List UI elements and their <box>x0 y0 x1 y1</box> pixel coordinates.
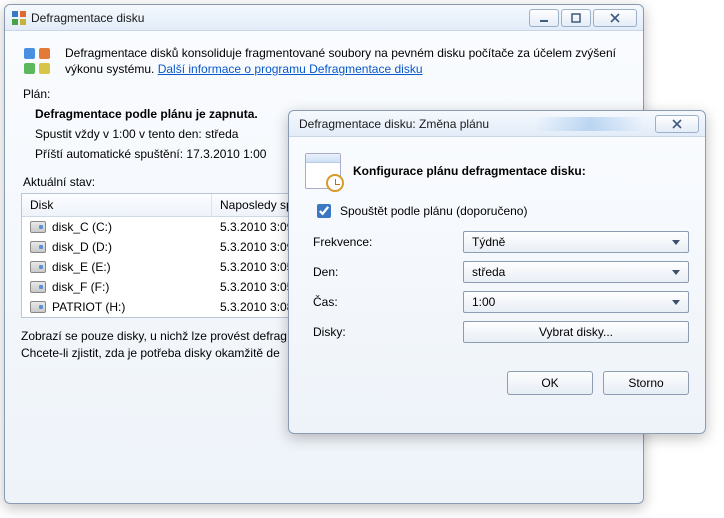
ok-button[interactable]: OK <box>507 371 593 395</box>
main-title: Defragmentace disku <box>27 11 527 25</box>
close-button[interactable] <box>593 9 637 27</box>
drive-icon <box>30 261 46 273</box>
run-on-schedule-checkbox[interactable] <box>317 204 331 218</box>
main-titlebar[interactable]: Defragmentace disku <box>5 5 643 31</box>
maximize-button[interactable] <box>561 9 591 27</box>
minimize-button[interactable] <box>529 9 559 27</box>
aero-reflection <box>535 117 645 131</box>
dialog-close-button[interactable] <box>655 115 699 133</box>
col-disk-header[interactable]: Disk <box>22 194 212 216</box>
run-on-schedule-label: Spouštět podle plánu (doporučeno) <box>340 204 527 218</box>
chevron-down-icon <box>672 300 680 305</box>
drive-icon <box>30 301 46 313</box>
day-label: Den: <box>313 265 463 279</box>
drive-icon <box>30 241 46 253</box>
frequency-select[interactable]: Týdně <box>463 231 689 253</box>
dialog-heading: Konfigurace plánu defragmentace disku: <box>353 164 586 178</box>
chevron-down-icon <box>672 270 680 275</box>
defrag-app-icon <box>11 10 27 26</box>
intro-text: Defragmentace disků konsoliduje fragment… <box>65 45 627 77</box>
dialog-titlebar[interactable]: Defragmentace disku: Změna plánu <box>289 111 705 137</box>
cancel-button[interactable]: Storno <box>603 371 689 395</box>
defrag-large-icon <box>21 45 53 77</box>
drive-icon <box>30 281 46 293</box>
time-select[interactable]: 1:00 <box>463 291 689 313</box>
plan-label: Plán: <box>23 87 627 101</box>
time-label: Čas: <box>313 295 463 309</box>
change-schedule-dialog: Defragmentace disku: Změna plánu Konfigu… <box>288 110 706 434</box>
disks-label: Disky: <box>313 325 463 339</box>
drive-icon <box>30 221 46 233</box>
chevron-down-icon <box>672 240 680 245</box>
select-disks-button[interactable]: Vybrat disky... <box>463 321 689 343</box>
frequency-label: Frekvence: <box>313 235 463 249</box>
calendar-clock-icon <box>305 153 341 189</box>
day-select[interactable]: středa <box>463 261 689 283</box>
more-info-link[interactable]: Další informace o programu Defragmentace… <box>158 62 423 76</box>
dialog-title: Defragmentace disku: Změna plánu <box>295 117 535 131</box>
